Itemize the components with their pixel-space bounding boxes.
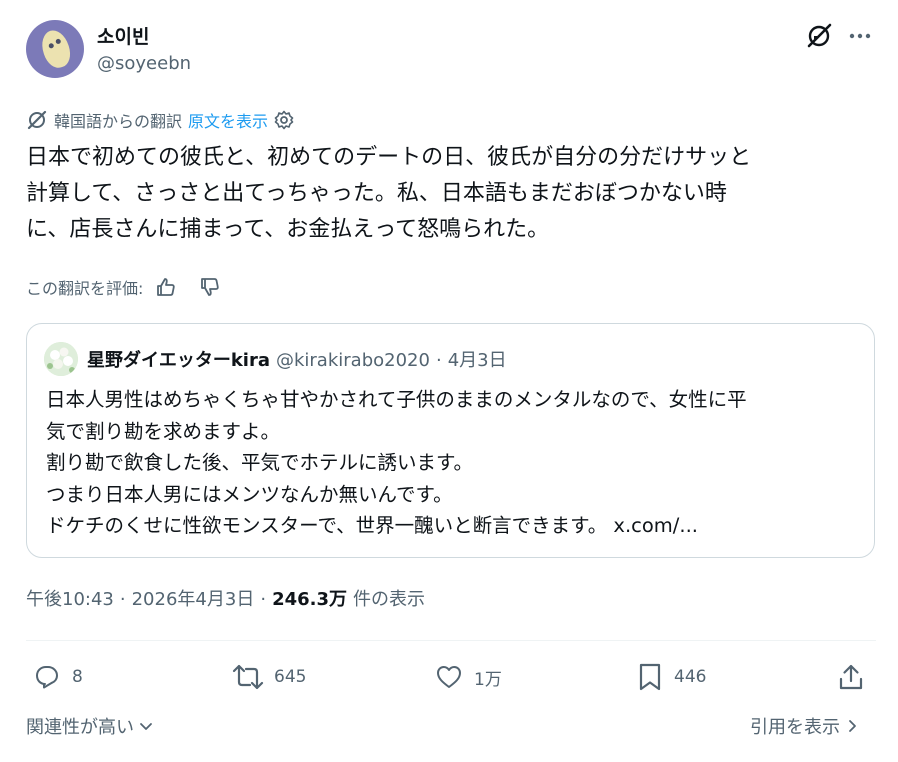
tweet-line: 計算して、さっさと出てっちゃった。私、日本語もまだおぼつかない時 (26, 181, 727, 206)
show-original-link[interactable]: 原文を表示 (188, 108, 268, 132)
avatar-bean-shape (37, 26, 75, 72)
quote-text: 日本人男性はめちゃくちゃ甘やかされて子供のままのメンタルなので、女性に平 気で割… (46, 384, 861, 542)
tweet-line: に、店長さんに捕まって、お金払えって怒鳴られた。 (26, 217, 550, 242)
repost-icon (232, 662, 264, 692)
view-quotes-label: 引用を表示 (750, 717, 840, 738)
rating-label: この翻訳を評価: (26, 279, 144, 298)
view-quotes-link[interactable]: 引用を表示 (750, 713, 860, 739)
bookmark-count: 446 (674, 667, 707, 687)
translate-icon (26, 109, 48, 131)
quote-header: 星野ダイエッターkira @kirakirabo2020 · 4月3日 (87, 346, 507, 372)
quote-line: 日本人男性はめちゃくちゃ甘やかされて子供のままのメンタルなので、女性に平 (46, 388, 747, 411)
bookmark-icon (636, 662, 664, 692)
reply-icon (32, 662, 62, 692)
tweet-line: 日本で初めての彼氏と、初めてのデートの日、彼氏が自分の分だけサッと (26, 145, 752, 170)
translation-label: 韓国語からの翻訳 (54, 112, 183, 131)
avatar-eye (48, 42, 55, 49)
sort-label: 関連性が高い (26, 717, 134, 738)
thumbs-down-icon[interactable] (199, 276, 221, 298)
reply-button[interactable]: 8 (32, 660, 83, 694)
quote-author-handle[interactable]: @kirakirabo2020 (276, 350, 430, 371)
avatar-eye (55, 38, 62, 45)
meta-separator: · (260, 589, 267, 610)
like-button[interactable]: 1万 (434, 660, 502, 694)
view-count: 246.3万 (272, 589, 347, 610)
quote-author-avatar[interactable] (44, 342, 78, 376)
tweet-time[interactable]: 午後10:43 (26, 585, 114, 611)
quote-line: 割り勘で飲食した後、平気でホテルに誘います。 (46, 451, 474, 474)
quote-line: ドケチのくせに性欲モンスターで、世界一醜いと断言できます。 x.com/... (46, 514, 698, 537)
tweet-text: 日本で初めての彼氏と、初めてのデートの日、彼氏が自分の分だけサッと 計算して、さ… (26, 140, 876, 248)
quote-date[interactable]: 4月3日 (448, 346, 507, 372)
quote-author-name[interactable]: 星野ダイエッターkira (87, 346, 270, 372)
chevron-right-icon (844, 718, 860, 734)
share-button[interactable] (836, 660, 866, 694)
thumbs-up-icon[interactable] (155, 276, 177, 298)
sort-dropdown[interactable]: 関連性が高い (26, 713, 154, 739)
author-handle[interactable]: @soyeebn (97, 53, 191, 74)
repost-count: 645 (274, 667, 307, 687)
quote-tweet-card[interactable]: 星野ダイエッターkira @kirakirabo2020 · 4月3日 日本人男… (26, 323, 875, 558)
quote-separator: · (435, 350, 442, 371)
translation-row: 韓国語からの翻訳 原文を表示 (26, 108, 294, 132)
chevron-down-icon (138, 718, 154, 734)
tweet-meta: 午後10:43 · 2026年4月3日 · 246.3万 件の表示 (26, 585, 425, 611)
translation-rating-row: この翻訳を評価: (26, 274, 221, 300)
author-display-name[interactable]: 소이빈 (97, 22, 149, 49)
grok-icon[interactable] (803, 20, 835, 52)
meta-separator: · (119, 589, 126, 610)
reply-count: 8 (72, 667, 83, 687)
quote-line: つまり日本人男にはメンツなんか無いんです。 (46, 482, 453, 506)
share-icon (836, 662, 866, 692)
more-icon[interactable] (844, 20, 876, 52)
repost-button[interactable]: 645 (232, 660, 306, 694)
tweet-date[interactable]: 2026年4月3日 (132, 585, 255, 611)
like-count: 1万 (474, 669, 502, 690)
author-avatar[interactable] (26, 20, 84, 78)
divider (26, 640, 876, 641)
settings-icon[interactable] (274, 110, 294, 130)
view-count-label: 件の表示 (353, 589, 425, 610)
quote-line: 気で割り勘を求めますよ。 (46, 419, 281, 443)
like-icon (434, 662, 464, 692)
bookmark-button[interactable]: 446 (636, 660, 706, 694)
